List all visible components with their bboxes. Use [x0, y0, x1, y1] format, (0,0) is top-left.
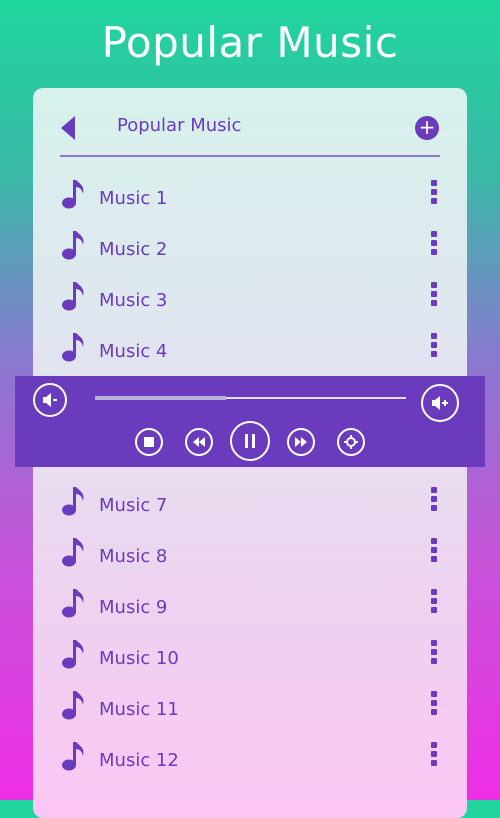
music-note-icon: [62, 282, 84, 311]
track-title: Music 8: [99, 546, 168, 567]
progress-fill: [95, 396, 226, 400]
more-options-icon[interactable]: [427, 231, 441, 259]
list-item[interactable]: Music 2: [33, 227, 467, 278]
track-title: Music 3: [99, 290, 168, 311]
music-note-icon: [62, 742, 84, 771]
settings-icon: [344, 435, 358, 449]
more-options-icon[interactable]: [427, 742, 441, 770]
track-title: Music 12: [99, 750, 179, 771]
fast-forward-icon: [295, 437, 307, 447]
stop-icon: [144, 437, 154, 447]
list-item[interactable]: Music 4: [33, 329, 467, 380]
more-options-icon[interactable]: [427, 691, 441, 719]
plus-icon: +: [418, 115, 436, 139]
music-note-icon: [62, 180, 84, 209]
music-note-icon: [62, 691, 84, 720]
pause-button[interactable]: [230, 421, 270, 461]
player-bar: [15, 376, 485, 467]
volume-up-button[interactable]: [421, 384, 459, 422]
fast-forward-button[interactable]: [287, 428, 315, 456]
more-options-icon[interactable]: [427, 180, 441, 208]
volume-down-icon: [43, 393, 57, 407]
back-button[interactable]: [59, 115, 77, 141]
track-title: Music 4: [99, 341, 168, 362]
more-options-icon[interactable]: [427, 282, 441, 310]
track-title: Music 7: [99, 495, 168, 516]
stop-button[interactable]: [135, 428, 163, 456]
track-title: Music 9: [99, 597, 168, 618]
music-note-icon: [62, 589, 84, 618]
list-item[interactable]: Music 7: [33, 483, 467, 534]
more-options-icon[interactable]: [427, 589, 441, 617]
more-options-icon[interactable]: [427, 538, 441, 566]
list-item[interactable]: Music 3: [33, 278, 467, 329]
list-item[interactable]: Music 12: [33, 738, 467, 789]
triangle-left-icon: [61, 116, 75, 140]
music-note-icon: [62, 333, 84, 362]
list-item[interactable]: Music 10: [33, 636, 467, 687]
music-note-icon: [62, 487, 84, 516]
music-note-icon: [62, 231, 84, 260]
settings-button[interactable]: [337, 428, 365, 456]
more-options-icon[interactable]: [427, 333, 441, 361]
volume-up-icon: [432, 396, 448, 410]
progress-slider[interactable]: [95, 396, 406, 400]
music-note-icon: [62, 640, 84, 669]
rewind-icon: [193, 437, 205, 447]
music-note-icon: [62, 538, 84, 567]
track-title: Music 10: [99, 648, 179, 669]
track-title: Music 2: [99, 239, 168, 260]
card-header: Popular Music +: [33, 88, 467, 158]
add-button[interactable]: +: [415, 116, 439, 140]
list-item[interactable]: Music 11: [33, 687, 467, 738]
app-title: Popular Music: [101, 18, 399, 67]
more-options-icon[interactable]: [427, 640, 441, 668]
volume-down-button[interactable]: [33, 383, 67, 417]
track-title: Music 11: [99, 699, 179, 720]
track-title: Music 1: [99, 188, 168, 209]
list-item[interactable]: Music 9: [33, 585, 467, 636]
list-item[interactable]: Music 8: [33, 534, 467, 585]
rewind-button[interactable]: [185, 428, 213, 456]
header-divider: [60, 155, 440, 157]
more-options-icon[interactable]: [427, 487, 441, 515]
list-item[interactable]: Music 1: [33, 176, 467, 227]
pause-icon: [245, 434, 255, 448]
card-title: Popular Music: [117, 115, 242, 136]
